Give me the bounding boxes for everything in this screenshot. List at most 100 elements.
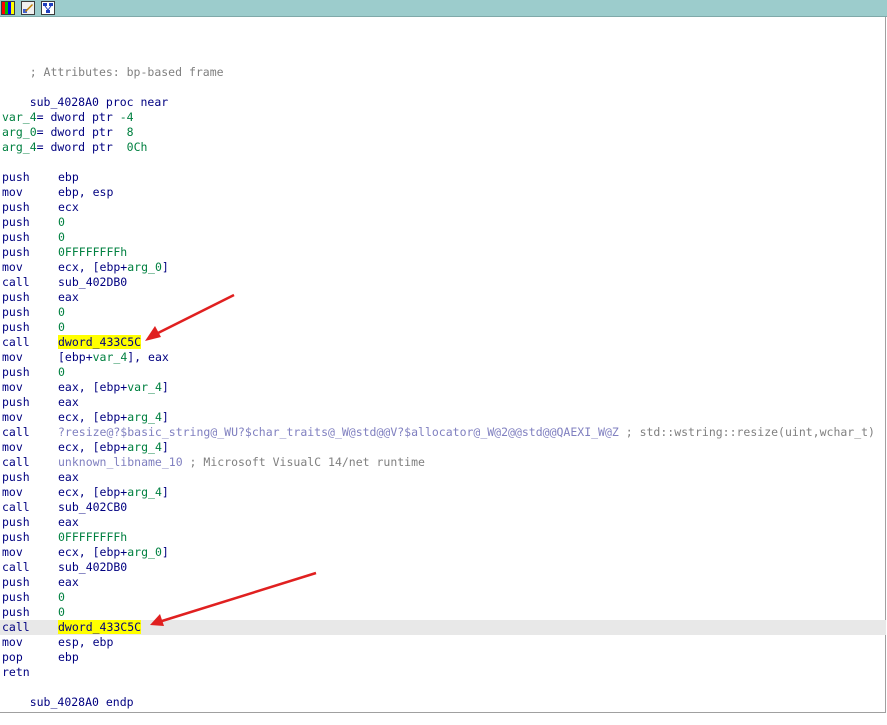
operand: eax <box>58 395 79 409</box>
var-decl[interactable]: var_4= dword ptr -4 <box>2 110 134 125</box>
var-name[interactable]: arg_4 <box>2 140 37 154</box>
mnemonic: retn <box>2 665 30 679</box>
mnemonic: push <box>2 365 30 379</box>
numeric-operand: 0 <box>58 230 65 244</box>
numeric-operand: 0FFFFFFFFh <box>58 245 128 259</box>
var-type: = dword ptr <box>36 140 120 154</box>
library-function[interactable]: unknown_libname_10 <box>58 455 183 469</box>
operand: ecx, [ebp+ <box>58 260 128 274</box>
mnemonic: push <box>2 605 30 619</box>
instruction-row[interactable]: push 0FFFFFFFFh <box>2 245 127 260</box>
instruction-row[interactable]: push eax <box>2 395 79 410</box>
mnemonic: mov <box>2 260 23 274</box>
highlighted-symbol[interactable]: dword_433C5C <box>58 620 142 634</box>
proc-header[interactable]: sub_4028A0 proc near <box>2 80 169 109</box>
highlighted-symbol[interactable]: dword_433C5C <box>58 335 142 349</box>
operand: ebp <box>58 170 79 184</box>
mnemonic: call <box>2 425 30 439</box>
mnemonic: call <box>2 560 30 574</box>
instruction-row[interactable]: push 0 <box>2 320 65 335</box>
operand: eax <box>58 575 79 589</box>
var-decl[interactable]: arg_0= dword ptr 8 <box>2 125 134 140</box>
instruction-row[interactable]: mov esp, ebp <box>2 635 113 650</box>
mnemonic: push <box>2 530 30 544</box>
instruction-row[interactable]: mov ebp, esp <box>2 185 113 200</box>
graph-palette-icon[interactable] <box>1 1 15 15</box>
comment-text: ; Attributes: bp-based frame <box>29 65 224 79</box>
instruction-row[interactable]: mov ecx, [ebp+arg_0] <box>2 260 169 275</box>
operand: esp, ebp <box>58 635 114 649</box>
instruction-row[interactable]: push 0FFFFFFFFh <box>2 530 127 545</box>
attributes-comment: ; Attributes: bp-based frame <box>2 50 224 79</box>
operand: eax <box>58 515 79 529</box>
stack-variable[interactable]: arg_0 <box>127 545 162 559</box>
instruction-row[interactable]: push 0 <box>2 605 65 620</box>
instruction-row[interactable]: push 0 <box>2 305 65 320</box>
instruction-row[interactable]: call dword_433C5C <box>2 335 142 350</box>
instruction-row[interactable]: push 0 <box>2 215 65 230</box>
operand: ebp, esp <box>58 185 114 199</box>
proc-name[interactable]: sub_4028A0 <box>30 95 99 109</box>
operand: [ebp+ <box>58 350 93 364</box>
mnemonic: mov <box>2 380 23 394</box>
stack-variable[interactable]: var_4 <box>93 350 128 364</box>
instruction-row[interactable]: push 0 <box>2 230 65 245</box>
edit-graph-icon[interactable] <box>21 1 35 15</box>
operand: ] <box>161 485 169 499</box>
instruction-row[interactable]: push ecx <box>2 200 79 215</box>
instruction-row[interactable]: push eax <box>2 290 79 305</box>
instruction-row[interactable]: retn <box>2 665 58 680</box>
instruction-row[interactable]: mov ecx, [ebp+arg_0] <box>2 545 169 560</box>
mnemonic: push <box>2 245 30 259</box>
instruction-row[interactable]: call dword_433C5C <box>0 620 886 635</box>
instruction-row[interactable]: mov [ebp+var_4], eax <box>2 350 169 365</box>
mnemonic: push <box>2 305 30 319</box>
instruction-row[interactable]: mov ecx, [ebp+arg_4] <box>2 485 169 500</box>
inline-comment: ; std::wstring::resize(uint,wchar_t) <box>618 425 875 439</box>
instruction-row[interactable]: call sub_402CB0 <box>2 500 127 515</box>
instruction-row[interactable]: push 0 <box>2 365 65 380</box>
var-name[interactable]: var_4 <box>2 110 37 124</box>
mnemonic: call <box>2 620 30 634</box>
instruction-row[interactable]: mov ecx, [ebp+arg_4] <box>2 440 169 455</box>
stack-variable[interactable]: arg_4 <box>127 440 162 454</box>
mnemonic: mov <box>2 485 23 499</box>
stack-variable[interactable]: arg_0 <box>127 260 162 274</box>
graph-overview-icon[interactable] <box>41 1 55 15</box>
operand: ] <box>161 440 169 454</box>
instruction-row[interactable]: call unknown_libname_10 ; Microsoft Visua… <box>2 455 425 470</box>
instruction-row[interactable]: call sub_402DB0 <box>2 560 127 575</box>
mnemonic: push <box>2 575 30 589</box>
instruction-row[interactable]: call sub_402DB0 <box>2 275 127 290</box>
instruction-row[interactable]: call ?resize@?$basic_string@_WU?$char_tra… <box>2 425 875 440</box>
var-decl[interactable]: arg_4= dword ptr 0Ch <box>2 140 147 155</box>
proc-end[interactable]: sub_4028A0 endp <box>2 680 134 709</box>
numeric-operand: 0FFFFFFFFh <box>58 530 128 544</box>
stack-variable[interactable]: arg_4 <box>127 410 162 424</box>
instruction-row[interactable]: mov eax, [ebp+var_4] <box>2 380 169 395</box>
operand: eax, [ebp+ <box>58 380 128 394</box>
mnemonic: call <box>2 455 30 469</box>
library-function[interactable]: ?resize@?$basic_string@_WU?$char_traits@… <box>58 425 619 439</box>
operand: ecx <box>58 200 79 214</box>
mnemonic: push <box>2 590 30 604</box>
instruction-row[interactable]: push eax <box>2 470 79 485</box>
instruction-row[interactable]: push ebp <box>2 170 79 185</box>
mnemonic: push <box>2 290 30 304</box>
instruction-row[interactable]: push 0 <box>2 590 65 605</box>
stack-variable[interactable]: var_4 <box>127 380 162 394</box>
mnemonic: push <box>2 215 30 229</box>
instruction-row[interactable]: push eax <box>2 575 79 590</box>
instruction-row[interactable]: pop ebp <box>2 650 79 665</box>
var-offset: 8 <box>119 125 134 139</box>
stack-variable[interactable]: arg_4 <box>127 485 162 499</box>
instruction-row[interactable]: push eax <box>2 515 79 530</box>
mnemonic: pop <box>2 650 23 664</box>
instruction-row[interactable]: mov ecx, [ebp+arg_4] <box>2 410 169 425</box>
mnemonic: push <box>2 320 30 334</box>
var-name[interactable]: arg_0 <box>2 125 37 139</box>
graph-toolbar <box>0 0 887 17</box>
operand: sub_402DB0 <box>58 275 128 289</box>
operand: ecx, [ebp+ <box>58 440 128 454</box>
mnemonic: push <box>2 395 30 409</box>
